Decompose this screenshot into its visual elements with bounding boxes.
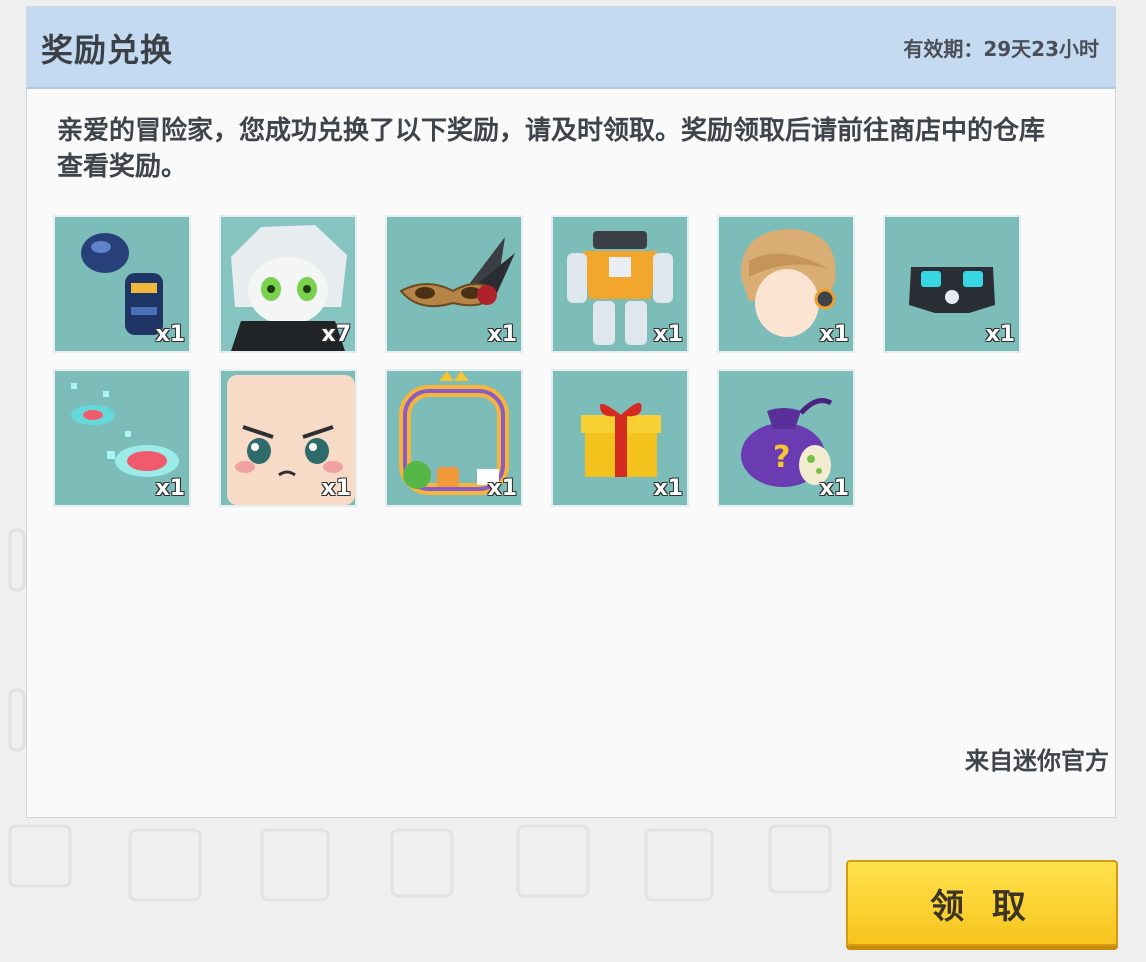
item-count: x1 [819,476,850,501]
sender-text: 来自迷你官方 [965,747,1109,775]
item-count: x1 [487,322,518,347]
reward-item[interactable]: x1 [719,217,853,351]
claim-button-label: 领 取 [930,886,1034,927]
claim-button[interactable]: 领 取 [846,860,1118,946]
item-count: x1 [155,322,186,347]
item-count: x7 [321,322,352,347]
reward-item[interactable]: x1 [885,217,1019,351]
reward-item[interactable]: x1 [553,217,687,351]
reward-message: 亲爱的冒险家，您成功兑换了以下奖励，请及时领取。奖励领取后请前往商店中的仓库查看… [57,116,1046,182]
dialog-title: 奖励兑换 [41,31,174,69]
reward-item[interactable]: x1 [387,217,521,351]
svg-text:?: ? [773,440,790,475]
item-count: x1 [819,322,850,347]
validity-text: 有效期：29天23小时 [903,37,1099,61]
item-count: x1 [487,476,518,501]
reward-item[interactable]: x7 [221,217,355,351]
reward-item[interactable]: x1 [55,217,189,351]
item-count: x1 [653,476,684,501]
reward-item[interactable]: x1 [221,371,355,505]
reward-item[interactable]: x1 [387,371,521,505]
reward-item[interactable]: ? x1 [719,371,853,505]
item-count: x1 [653,322,684,347]
dialog-header: 奖励兑换 有效期：29天23小时 [27,7,1115,89]
item-count: x1 [155,476,186,501]
reward-item[interactable]: x1 [553,371,687,505]
item-count: x1 [985,322,1016,347]
reward-item[interactable]: x1 [55,371,189,505]
item-count: x1 [321,476,352,501]
reward-dialog: 奖励兑换 有效期：29天23小时 亲爱的冒险家，您成功兑换了以下奖励，请及时领取… [26,6,1116,818]
